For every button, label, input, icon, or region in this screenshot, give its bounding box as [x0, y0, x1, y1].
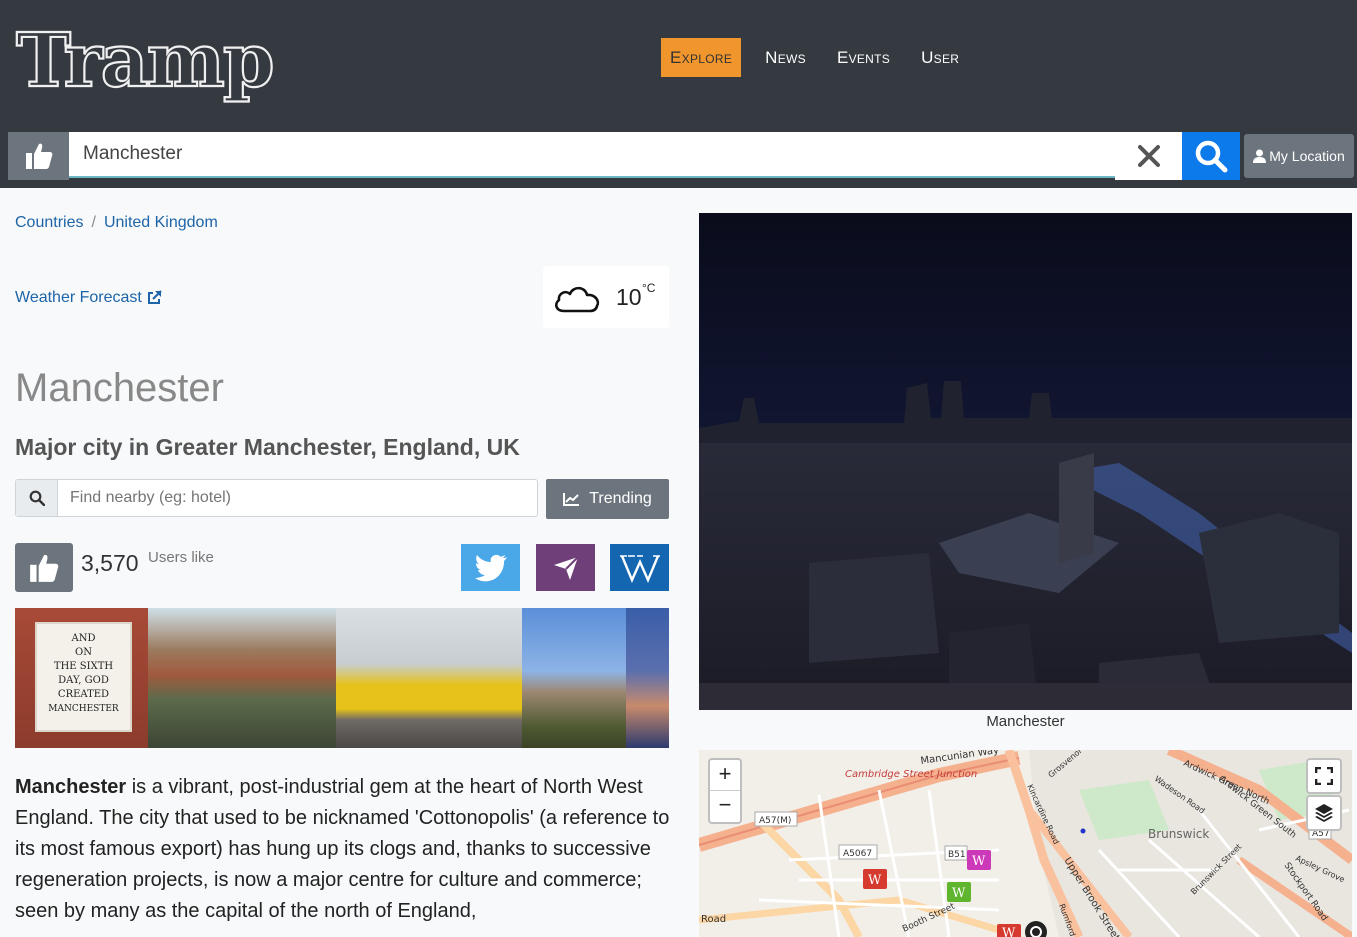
wikipedia-icon	[619, 554, 660, 583]
user-icon	[1253, 149, 1267, 163]
sign-line: DAY, GOD	[58, 675, 109, 686]
map-label: A57(M)	[759, 816, 791, 826]
sign-plaque: AND ON THE SIXTH DAY, GOD CREATED MANCHE…	[35, 622, 132, 732]
hero-photo-caption: Manchester	[986, 713, 1065, 730]
temperature-value: 10	[616, 284, 642, 310]
map-label: A5067	[843, 849, 872, 859]
map-marker-wikipedia[interactable]: W	[863, 869, 887, 889]
find-nearby-group	[15, 479, 538, 517]
breadcrumb-countries[interactable]: Countries	[15, 214, 83, 231]
nav-explore[interactable]: Explore	[661, 38, 742, 77]
search-bar: My Location	[0, 124, 1357, 188]
layers-icon	[1315, 804, 1333, 822]
fullscreen-icon	[1315, 767, 1333, 785]
map-zoom-control: + −	[708, 758, 742, 824]
page-subtitle: Major city in Greater Manchester, Englan…	[15, 434, 520, 460]
close-icon	[1137, 145, 1160, 167]
twitter-button[interactable]	[461, 544, 520, 591]
map-marker-wikipedia[interactable]: W	[947, 882, 971, 902]
sign-line: AND	[71, 633, 96, 644]
sign-line: MANCHESTER	[48, 704, 119, 714]
page-title: Manchester	[15, 366, 224, 410]
gallery-photo-tram[interactable]	[336, 608, 522, 748]
gallery-photo-town-hall[interactable]	[522, 608, 626, 748]
find-nearby-input[interactable]	[58, 480, 528, 516]
thumbs-up-icon	[30, 554, 59, 582]
breadcrumb-separator: /	[91, 214, 96, 231]
map-marker-wikipedia[interactable]: W	[967, 850, 991, 870]
map-tiles: Cambridge Street Junction Mancunian Way …	[699, 750, 1352, 937]
manchester-night-skyline	[699, 213, 1352, 710]
nav-user[interactable]: User	[909, 38, 971, 77]
weather-widget: 10 °C	[543, 266, 669, 328]
my-location-label: My Location	[1269, 148, 1345, 164]
zoom-out-button[interactable]: −	[710, 791, 740, 821]
svg-text:W: W	[972, 854, 986, 869]
trending-label: Trending	[589, 490, 652, 507]
weather-forecast-label: Weather Forecast	[15, 289, 142, 306]
search-input[interactable]	[69, 132, 1115, 178]
map-fullscreen-button[interactable]	[1306, 758, 1342, 794]
search-icon	[1195, 140, 1228, 173]
paper-plane-icon	[553, 555, 579, 580]
breadcrumb-united-kingdom[interactable]: United Kingdom	[104, 214, 218, 231]
sign-line: CREATED	[57, 689, 110, 700]
map-label: B51	[948, 850, 966, 860]
sign-line: THE SIXTH	[53, 661, 114, 672]
map-layers-button[interactable]	[1306, 795, 1342, 831]
tripadvisor-button[interactable]	[536, 544, 595, 591]
twitter-icon	[474, 554, 507, 581]
svg-text:W: W	[952, 886, 966, 901]
place-description: Manchester is a vibrant, post-industrial…	[15, 772, 675, 927]
tramp-logo[interactable]: Tramp	[14, 16, 294, 111]
map-label: Cambridge Street Junction	[845, 769, 977, 780]
location-map[interactable]: Cambridge Street Junction Mancunian Way …	[699, 750, 1352, 937]
hero-photo[interactable]	[699, 213, 1352, 710]
map-label: Road	[701, 914, 726, 925]
cloud-icon	[554, 286, 600, 313]
search-icon	[29, 490, 45, 506]
gallery-photo-viaduct[interactable]	[148, 608, 336, 748]
breadcrumb: Countries / United Kingdom	[15, 214, 218, 232]
my-location-button[interactable]: My Location	[1244, 134, 1354, 178]
gallery-photo-sign[interactable]: AND ON THE SIXTH DAY, GOD CREATED MANCHE…	[15, 608, 148, 748]
logo-text: Tramp	[16, 18, 273, 104]
svg-text:W: W	[868, 873, 882, 888]
external-link-icon	[147, 290, 162, 304]
description-bold: Manchester	[15, 776, 127, 798]
likes-label: Users like	[148, 549, 214, 566]
map-label: Brunswick	[1148, 827, 1209, 841]
search-button[interactable]	[1182, 132, 1240, 180]
photo-gallery: AND ON THE SIXTH DAY, GOD CREATED MANCHE…	[15, 608, 669, 748]
weather-forecast-link[interactable]: Weather Forecast	[15, 289, 162, 307]
map-marker-wikipedia[interactable]: W	[997, 924, 1021, 937]
clear-search-button[interactable]	[1115, 132, 1182, 180]
svg-text:W: W	[1002, 926, 1016, 937]
wikipedia-button[interactable]	[610, 544, 669, 591]
logo-wordmark: Tramp	[15, 17, 276, 105]
main-nav: Explore News Events User	[661, 38, 978, 77]
like-button[interactable]	[8, 132, 69, 180]
likes-count: 3,570	[81, 550, 139, 576]
find-nearby-icon-box	[16, 480, 58, 516]
like-place-button[interactable]	[15, 543, 73, 592]
trending-button[interactable]: Trending	[546, 479, 669, 519]
thumbs-up-icon	[25, 143, 52, 169]
zoom-in-button[interactable]: +	[710, 760, 740, 791]
sign-line: ON	[75, 647, 92, 658]
temperature-unit: °C	[642, 281, 656, 295]
chart-line-icon	[563, 493, 580, 506]
nav-news[interactable]: News	[753, 38, 818, 77]
top-navbar: Tramp Explore News Events User	[0, 0, 1357, 124]
nav-events[interactable]: Events	[825, 38, 902, 77]
gallery-photo-city[interactable]	[626, 608, 669, 748]
